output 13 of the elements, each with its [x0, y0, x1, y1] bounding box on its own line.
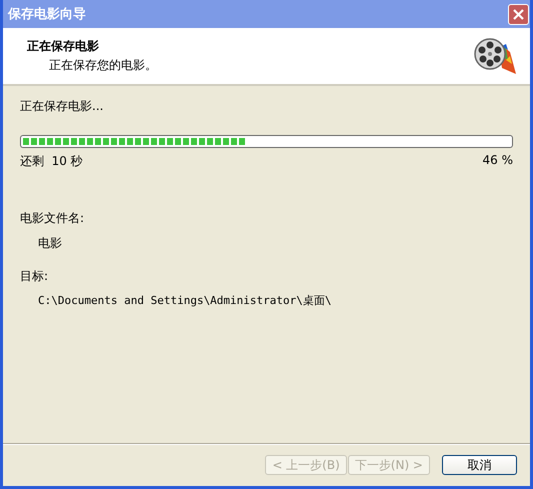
detail-label: 电影文件名: — [20, 210, 86, 227]
close-icon — [512, 8, 525, 20]
wizard-button[interactable]: 取消 — [442, 455, 517, 475]
time-remaining: 还剩 10 秒 — [20, 153, 83, 170]
window-title: 保存电影向导 — [8, 6, 86, 23]
detail-value: 电影 — [37, 235, 63, 252]
status-text: 正在保存电影... — [20, 98, 104, 115]
detail-value: C:\Documents and Settings\Administrator\桌面\ — [37, 293, 333, 308]
percent-text: 46 % — [482, 153, 513, 169]
close-button[interactable] — [508, 4, 529, 24]
header-title: 正在保存电影 — [27, 38, 100, 55]
detail-label: 目标: — [20, 268, 50, 285]
header-subtitle: 正在保存您的电影。 — [48, 57, 157, 74]
